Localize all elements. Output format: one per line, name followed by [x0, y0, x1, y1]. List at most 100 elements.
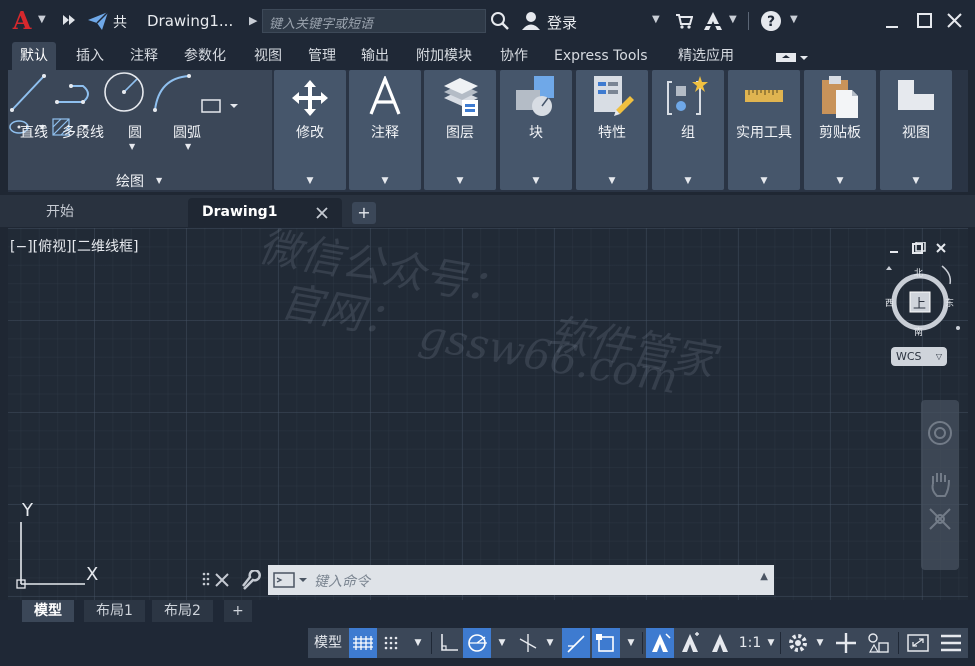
drawing-viewport[interactable]: [−][俯视][二维线框] 微信公众号： 官网： 软件管家 gssw66.com… [8, 228, 968, 600]
login-button[interactable]: 登录 [547, 12, 577, 33]
object-snap-tracking-toggle[interactable] [562, 628, 590, 658]
group-caret-icon[interactable]: ▼ [652, 176, 724, 186]
arc-tool-label[interactable]: 圆弧 [173, 122, 201, 142]
ribbon-tab-addins[interactable]: 附加模块 [408, 42, 480, 70]
ribbon-panel-view[interactable]: 视图 ▼ [880, 70, 952, 190]
cart-icon[interactable] [675, 12, 693, 30]
layout-tab-layout1[interactable]: 布局1 [84, 600, 145, 622]
title-expand-icon[interactable]: ▶ [249, 14, 257, 27]
minimize-button[interactable] [879, 8, 905, 34]
clean-screen-button[interactable] [904, 628, 932, 658]
line-tool-icon[interactable] [8, 72, 48, 114]
isolate-objects-button[interactable] [864, 628, 892, 658]
view-caret-icon[interactable]: ▼ [880, 176, 952, 186]
autodesk-a360-icon[interactable] [702, 10, 724, 32]
tab-close-icon[interactable] [316, 207, 328, 219]
command-input[interactable]: 键入命令 ▲ [268, 565, 774, 595]
compass-north[interactable]: 北 [914, 266, 923, 279]
tab-start[interactable]: 开始 [32, 198, 88, 227]
app-menu-caret-icon[interactable]: ▼ [38, 14, 46, 25]
modify-caret-icon[interactable]: ▼ [274, 176, 346, 186]
utilities-caret-icon[interactable]: ▼ [728, 176, 800, 186]
maximize-button[interactable] [911, 8, 937, 34]
search-icon[interactable] [490, 11, 510, 31]
new-tab-button[interactable]: + [352, 202, 376, 224]
ribbon-tab-insert[interactable]: 插入 [68, 42, 112, 70]
ribbon-tab-collaborate[interactable]: 协作 [492, 42, 536, 70]
a360-caret-icon[interactable]: ▼ [729, 14, 737, 25]
polyline-tool-label[interactable]: 多段线 [62, 122, 104, 142]
workspace-caret-icon[interactable]: ▼ [812, 628, 828, 658]
ribbon-panel-layers[interactable]: 图层 ▼ [424, 70, 496, 190]
circle-tool-label[interactable]: 圆 [128, 122, 142, 142]
polyline-tool-icon[interactable] [53, 78, 97, 114]
pan-hand-icon[interactable] [927, 470, 953, 498]
compass-west[interactable]: 西 [885, 296, 894, 309]
zoom-extents-icon[interactable] [927, 506, 953, 532]
snap-caret-icon[interactable]: ▼ [408, 628, 428, 658]
add-layout-button[interactable]: + [224, 600, 252, 622]
ribbon-tab-view[interactable]: 视图 [246, 42, 290, 70]
fast-forward-icon[interactable] [62, 14, 76, 26]
rectangle-tool-icon[interactable] [200, 98, 239, 114]
scale-caret-icon[interactable]: ▼ [764, 628, 778, 658]
annotation-caret-icon[interactable]: ▼ [349, 176, 421, 186]
annotation-visibility-toggle[interactable] [646, 628, 674, 658]
share-label[interactable]: 共 [113, 12, 127, 32]
circle-caret-icon[interactable]: ▼ [129, 142, 135, 151]
ribbon-tab-featured-apps[interactable]: 精选应用 [670, 42, 742, 70]
ribbon-tab-manage[interactable]: 管理 [300, 42, 344, 70]
circle-tool-icon[interactable] [102, 70, 146, 114]
annotation-scale-toggle[interactable] [706, 628, 734, 658]
polar-toggle[interactable] [463, 628, 491, 658]
share-send-icon[interactable] [87, 11, 109, 31]
tab-drawing1[interactable]: Drawing1 [188, 198, 342, 227]
ribbon-panel-block[interactable]: 块 ▼ [500, 70, 572, 190]
autocad-logo-icon[interactable]: A [10, 8, 34, 34]
user-icon[interactable] [521, 11, 541, 31]
ribbon-panel-properties[interactable]: 特性 ▼ [576, 70, 648, 190]
isodraft-toggle[interactable] [514, 628, 542, 658]
properties-caret-icon[interactable]: ▼ [576, 176, 648, 186]
layout-tab-model[interactable]: 模型 [22, 600, 74, 622]
auto-scale-toggle[interactable] [676, 628, 704, 658]
ribbon-panel-annotation[interactable]: 注释 ▼ [349, 70, 421, 190]
workspace-switch-button[interactable] [784, 628, 812, 658]
help-icon[interactable]: ? [760, 10, 782, 32]
block-caret-icon[interactable]: ▼ [500, 176, 572, 186]
snap-toggle[interactable] [378, 628, 406, 658]
viewcube-top-face[interactable]: 上 [913, 293, 926, 312]
annotation-scale-value[interactable]: 1:1 [736, 628, 764, 658]
object-snap-caret-icon[interactable]: ▼ [622, 628, 640, 658]
close-button[interactable] [941, 8, 967, 34]
ribbon-panel-modify[interactable]: 修改 ▼ [274, 70, 346, 190]
ribbon-panel-utilities[interactable]: 实用工具 ▼ [728, 70, 800, 190]
ribbon-panel-group[interactable]: 组 ▼ [652, 70, 724, 190]
ortho-toggle[interactable] [434, 628, 462, 658]
viewport-controls-label[interactable]: [−][俯视][二维线框] [10, 236, 139, 256]
clipboard-caret-icon[interactable]: ▼ [804, 176, 876, 186]
object-snap-toggle[interactable] [592, 628, 620, 658]
customization-menu-button[interactable] [936, 628, 966, 658]
isodraft-caret-icon[interactable]: ▼ [542, 628, 558, 658]
help-caret-icon[interactable]: ▼ [790, 14, 798, 25]
annotation-monitor-button[interactable] [832, 628, 860, 658]
arc-caret-icon[interactable]: ▼ [185, 142, 191, 151]
command-customize-wrench-icon[interactable] [240, 570, 262, 592]
polar-caret-icon[interactable]: ▼ [493, 628, 511, 658]
draw-group-label[interactable]: 绘图 [116, 171, 144, 191]
ribbon-tab-default[interactable]: 默认 [12, 42, 56, 70]
layout-tab-layout2[interactable]: 布局2 [152, 600, 213, 622]
compass-south[interactable]: 南 [914, 325, 923, 338]
steering-wheel-icon[interactable] [927, 420, 953, 446]
grid-toggle[interactable] [349, 628, 377, 658]
ribbon-minimize-icon[interactable] [776, 52, 808, 64]
ribbon-tab-express-tools[interactable]: Express Tools [546, 42, 656, 70]
compass-east[interactable]: 东 [945, 296, 954, 309]
ribbon-tab-output[interactable]: 输出 [353, 42, 397, 70]
ribbon-tab-parametric[interactable]: 参数化 [176, 42, 234, 70]
command-close-icon[interactable] [214, 572, 230, 588]
wcs-menu-button[interactable]: WCS ▽ [891, 347, 947, 366]
command-history-icon[interactable] [273, 572, 311, 588]
ribbon-tab-annotate[interactable]: 注释 [122, 42, 166, 70]
